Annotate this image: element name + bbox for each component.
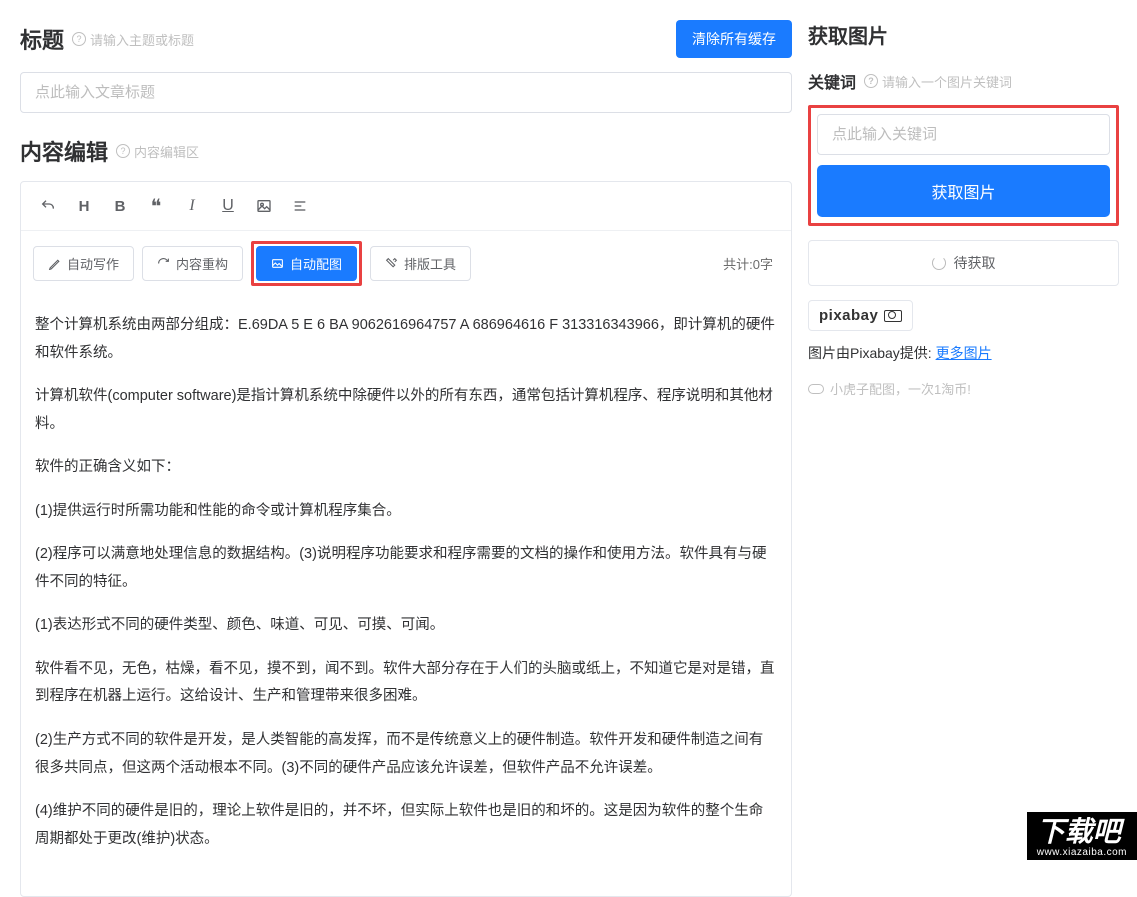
- fetch-form-highlight: 获取图片: [808, 105, 1119, 226]
- editor-body[interactable]: 整个计算机系统由两部分组成：E.69DA 5 E 6 BA 9062616964…: [21, 296, 791, 896]
- content-label: 内容编辑: [20, 135, 108, 167]
- keyword-label: 关键词: [808, 69, 856, 93]
- title-hint: ? 请输入主题或标题: [72, 30, 194, 49]
- layout-tool-button[interactable]: 排版工具: [370, 246, 471, 281]
- clear-cache-button[interactable]: 清除所有缓存: [676, 20, 792, 58]
- content-section-header: 内容编辑 ? 内容编辑区: [20, 135, 792, 167]
- bold-icon[interactable]: B: [105, 192, 135, 220]
- align-left-icon[interactable]: [285, 192, 315, 220]
- image-credit: 图片由Pixabay提供: 更多图片: [808, 343, 1119, 363]
- cloud-icon: [808, 384, 824, 394]
- watermark: 下载吧 www.xiazaiba.com: [1027, 812, 1137, 860]
- pending-status: 待获取: [808, 240, 1119, 286]
- help-icon: ?: [864, 74, 878, 88]
- format-toolbar: H B ❝ I U: [21, 182, 791, 231]
- image-icon[interactable]: [249, 192, 279, 220]
- editor-paragraph: (2)程序可以满意地处理信息的数据结构。(3)说明程序功能要求和程序需要的文档的…: [35, 541, 777, 596]
- spinner-icon: [932, 256, 946, 270]
- editor-paragraph: (1)提供运行时所需功能和性能的命令或计算机程序集合。: [35, 498, 777, 526]
- pixabay-badge: pixabay: [808, 300, 913, 331]
- tip-line: 小虎子配图，一次1淘币!: [808, 379, 1119, 398]
- underline-icon[interactable]: U: [213, 192, 243, 220]
- editor-paragraph: (1)表达形式不同的硬件类型、颜色、味道、可见、可摸、可闻。: [35, 612, 777, 640]
- article-title-input[interactable]: [20, 72, 792, 113]
- title-section-header: 标题 ? 请输入主题或标题 清除所有缓存: [20, 20, 792, 58]
- editor-paragraph: (4)维护不同的硬件是旧的，理论上软件是旧的，并不坏，但实际上软件也是旧的和坏的…: [35, 798, 777, 853]
- more-images-link[interactable]: 更多图片: [936, 345, 992, 361]
- undo-icon[interactable]: [33, 192, 63, 220]
- quote-icon[interactable]: ❝: [141, 192, 171, 220]
- keyword-hint: 请输入一个图片关键词: [882, 72, 1012, 91]
- auto-image-button[interactable]: 自动配图: [256, 246, 357, 281]
- editor-paragraph: (2)生产方式不同的软件是开发，是人类智能的高发挥，而不是传统意义上的硬件制造。…: [35, 727, 777, 782]
- word-count: 共计:0字: [723, 254, 779, 273]
- highlighted-action: 自动配图: [251, 241, 362, 286]
- help-icon: ?: [72, 32, 86, 46]
- editor-paragraph: 软件的正确含义如下：: [35, 454, 777, 482]
- title-label: 标题: [20, 23, 64, 55]
- action-toolbar: 自动写作 内容重构 自动配图 排版工具 共计:0字: [21, 231, 791, 296]
- keyword-label-row: 关键词 ? 请输入一个图片关键词: [808, 69, 1119, 93]
- auto-write-button[interactable]: 自动写作: [33, 246, 134, 281]
- editor-card: H B ❝ I U 自动写作 内容重构: [20, 181, 792, 897]
- editor-paragraph: 整个计算机系统由两部分组成：E.69DA 5 E 6 BA 9062616964…: [35, 312, 777, 367]
- editor-paragraph: 计算机软件(computer software)是指计算机系统中除硬件以外的所有…: [35, 383, 777, 438]
- editor-paragraph: 软件看不见，无色，枯燥，看不见，摸不到，闻不到。软件大部分存在于人们的头脑或纸上…: [35, 656, 777, 711]
- keyword-input[interactable]: [817, 114, 1110, 155]
- sidebar-title: 获取图片: [808, 20, 1119, 49]
- help-icon: ?: [116, 144, 130, 158]
- content-hint: ? 内容编辑区: [116, 142, 199, 161]
- camera-icon: [884, 310, 902, 322]
- italic-icon[interactable]: I: [177, 192, 207, 220]
- heading-icon[interactable]: H: [69, 192, 99, 220]
- restructure-button[interactable]: 内容重构: [142, 246, 243, 281]
- fetch-images-button[interactable]: 获取图片: [817, 165, 1110, 217]
